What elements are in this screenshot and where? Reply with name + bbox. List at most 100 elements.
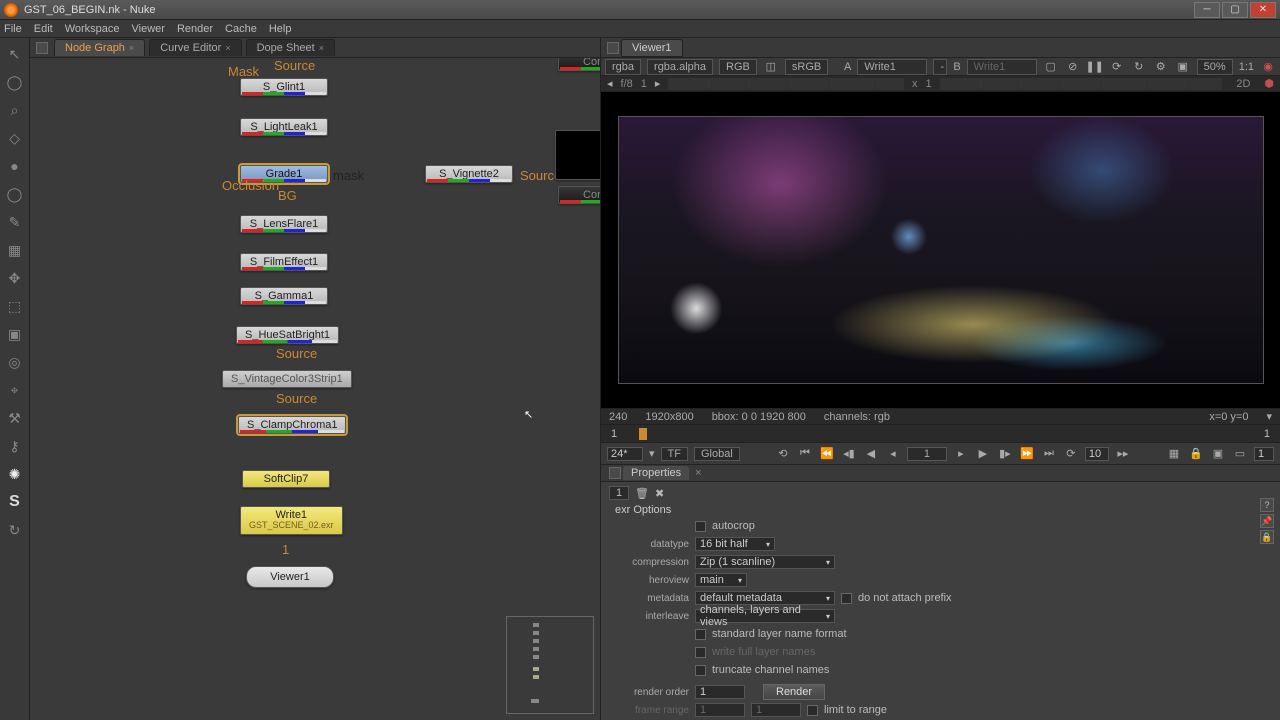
refresh-icon[interactable]: ↻ (1131, 60, 1147, 74)
writefull-checkbox[interactable] (695, 647, 706, 658)
node-s-glint[interactable]: S_Glint1 (240, 78, 328, 96)
input-a-select[interactable]: Write1 (857, 59, 927, 75)
range-end-input[interactable]: 1 (1254, 447, 1274, 461)
node-s-filmeffect[interactable]: S_FilmEffect1 (240, 253, 328, 271)
node-softclip[interactable]: SoftClip7 (242, 470, 330, 488)
key-icon[interactable]: ⚷ (5, 436, 25, 456)
sapphire-icon[interactable]: S (5, 492, 25, 512)
render-button[interactable]: Render (763, 684, 825, 700)
tf-select[interactable]: TF (661, 447, 688, 461)
heroview-select[interactable]: main (695, 573, 747, 587)
compression-select[interactable]: Zip (1 scanline) (695, 555, 835, 569)
gamma-slider[interactable] (940, 78, 1223, 90)
loop-icon[interactable]: ⟳ (1063, 447, 1079, 461)
node-const-bottom[interactable]: Const... (558, 186, 600, 204)
node-s-gamma[interactable]: S_Gamma1 (240, 287, 328, 305)
menu-edit[interactable]: Edit (34, 23, 53, 35)
renderorder-input[interactable]: 1 (695, 685, 745, 699)
refresh-icon[interactable]: ↻ (5, 520, 25, 540)
target-icon[interactable]: ◎ (5, 352, 25, 372)
wrench-icon[interactable]: ⚒ (5, 408, 25, 428)
ip-icon[interactable]: ⟳ (1109, 60, 1125, 74)
playhead[interactable] (639, 428, 647, 440)
skip-input[interactable]: 10 (1085, 447, 1109, 461)
close-button[interactable]: ✕ (1250, 2, 1276, 18)
tab-viewer[interactable]: Viewer1 (621, 39, 683, 57)
node-graph[interactable]: Source Mask S_Glint1 S_LightLeak1 Grade1… (30, 58, 600, 720)
lock-panel-icon[interactable]: 🔒 (1260, 530, 1274, 544)
circle-tool-icon[interactable]: ◯ (5, 72, 25, 92)
pin-icon[interactable]: 📌 (1260, 514, 1274, 528)
shapes-icon[interactable]: ▦ (5, 240, 25, 260)
circle2-icon[interactable]: ◯ (5, 184, 25, 204)
step-fwd-icon[interactable]: ▮▸ (997, 447, 1013, 461)
next-icon[interactable]: ▸ (953, 447, 969, 461)
close-icon[interactable]: × (129, 43, 134, 53)
node-viewer[interactable]: Viewer1 (246, 566, 334, 588)
node-s-clampchroma[interactable]: S_ClampChroma1 (238, 416, 346, 434)
node-const-top[interactable]: Const... (558, 58, 600, 71)
timeline[interactable]: 1 1 (601, 424, 1280, 442)
pane-handle[interactable] (36, 42, 48, 54)
prev-frame-icon[interactable]: ◂ (607, 77, 613, 90)
viewport[interactable] (601, 92, 1280, 408)
current-frame-input[interactable]: 1 (907, 447, 947, 461)
roi-icon[interactable]: ▢ (1043, 60, 1059, 74)
settings-icon[interactable]: ⚙ (1153, 60, 1169, 74)
props-count-input[interactable]: 1 (609, 486, 629, 500)
range-icon[interactable]: ▭ (1232, 447, 1248, 461)
clear-icon[interactable]: ✖ (655, 487, 664, 500)
channel-rgba-select[interactable]: rgba (605, 59, 641, 75)
node-grade[interactable]: Grade1 (240, 165, 328, 183)
node-s-lensflare[interactable]: S_LensFlare1 (240, 215, 328, 233)
node-s-vignette[interactable]: S_Vignette2 (425, 165, 513, 183)
tab-dopesheet[interactable]: Dope Sheet× (246, 39, 335, 56)
menu-help[interactable]: Help (269, 23, 292, 35)
next-key-icon[interactable]: ⏩ (1019, 447, 1035, 461)
step-back-icon[interactable]: ◂▮ (841, 447, 857, 461)
sync-icon[interactable]: ⟲ (775, 447, 791, 461)
eyedropper-icon[interactable]: ⌕ (5, 100, 25, 120)
wipe-select[interactable]: - (933, 59, 947, 75)
lock-view-icon[interactable]: ⬢ (1264, 77, 1274, 90)
maximize-button[interactable]: ▢ (1222, 2, 1248, 18)
play-back-icon[interactable]: ◀ (863, 447, 879, 461)
warning-icon[interactable]: ◉ (1260, 60, 1276, 74)
node-s-lightleak[interactable]: S_LightLeak1 (240, 118, 328, 136)
close-icon[interactable]: × (225, 43, 230, 53)
grid-icon[interactable]: ▦ (1166, 447, 1182, 461)
framerange-b-input[interactable]: 1 (751, 703, 801, 717)
node-s-huesatbright[interactable]: S_HueSatBright1 (236, 326, 339, 344)
noattach-checkbox[interactable] (841, 593, 852, 604)
capture-icon[interactable]: ▣ (1175, 60, 1191, 74)
view-mode-select[interactable]: 2D (1230, 78, 1256, 90)
gamma-val[interactable]: 1 (926, 78, 932, 90)
scope-select[interactable]: Global (694, 447, 740, 461)
truncate-checkbox[interactable] (695, 665, 706, 676)
display-rgb-select[interactable]: RGB (719, 59, 757, 75)
menu-viewer[interactable]: Viewer (132, 23, 165, 35)
datatype-select[interactable]: 16 bit half (695, 537, 775, 551)
first-frame-icon[interactable]: ⏮ (797, 447, 813, 461)
help-icon[interactable]: ? (1260, 498, 1274, 512)
next-frame-icon[interactable]: ▸ (655, 77, 661, 90)
minimize-button[interactable]: ─ (1194, 2, 1220, 18)
limit-checkbox[interactable] (807, 705, 818, 716)
skip-fwd-icon[interactable]: ▸▸ (1115, 447, 1131, 461)
trash-icon[interactable]: 🗑 (635, 487, 649, 500)
cache-icon[interactable]: ▣ (1210, 447, 1226, 461)
metadata-select[interactable]: default metadata (695, 591, 835, 605)
cube2-icon[interactable]: ▣ (5, 324, 25, 344)
last-frame-icon[interactable]: ⏭ (1041, 447, 1057, 461)
menu-file[interactable]: File (4, 23, 22, 35)
minimap[interactable] (506, 616, 594, 714)
prev-icon[interactable]: ◂ (885, 447, 901, 461)
move-icon[interactable]: ✥ (5, 268, 25, 288)
cube-icon[interactable]: ⬚ (5, 296, 25, 316)
menu-render[interactable]: Render (177, 23, 213, 35)
gear-icon[interactable]: ✺ (5, 464, 25, 484)
pane-handle[interactable] (609, 467, 621, 479)
tab-properties[interactable]: Properties (623, 466, 689, 480)
lock-icon[interactable]: 🔒 (1188, 447, 1204, 461)
zoom-select[interactable]: 50% (1197, 59, 1233, 75)
